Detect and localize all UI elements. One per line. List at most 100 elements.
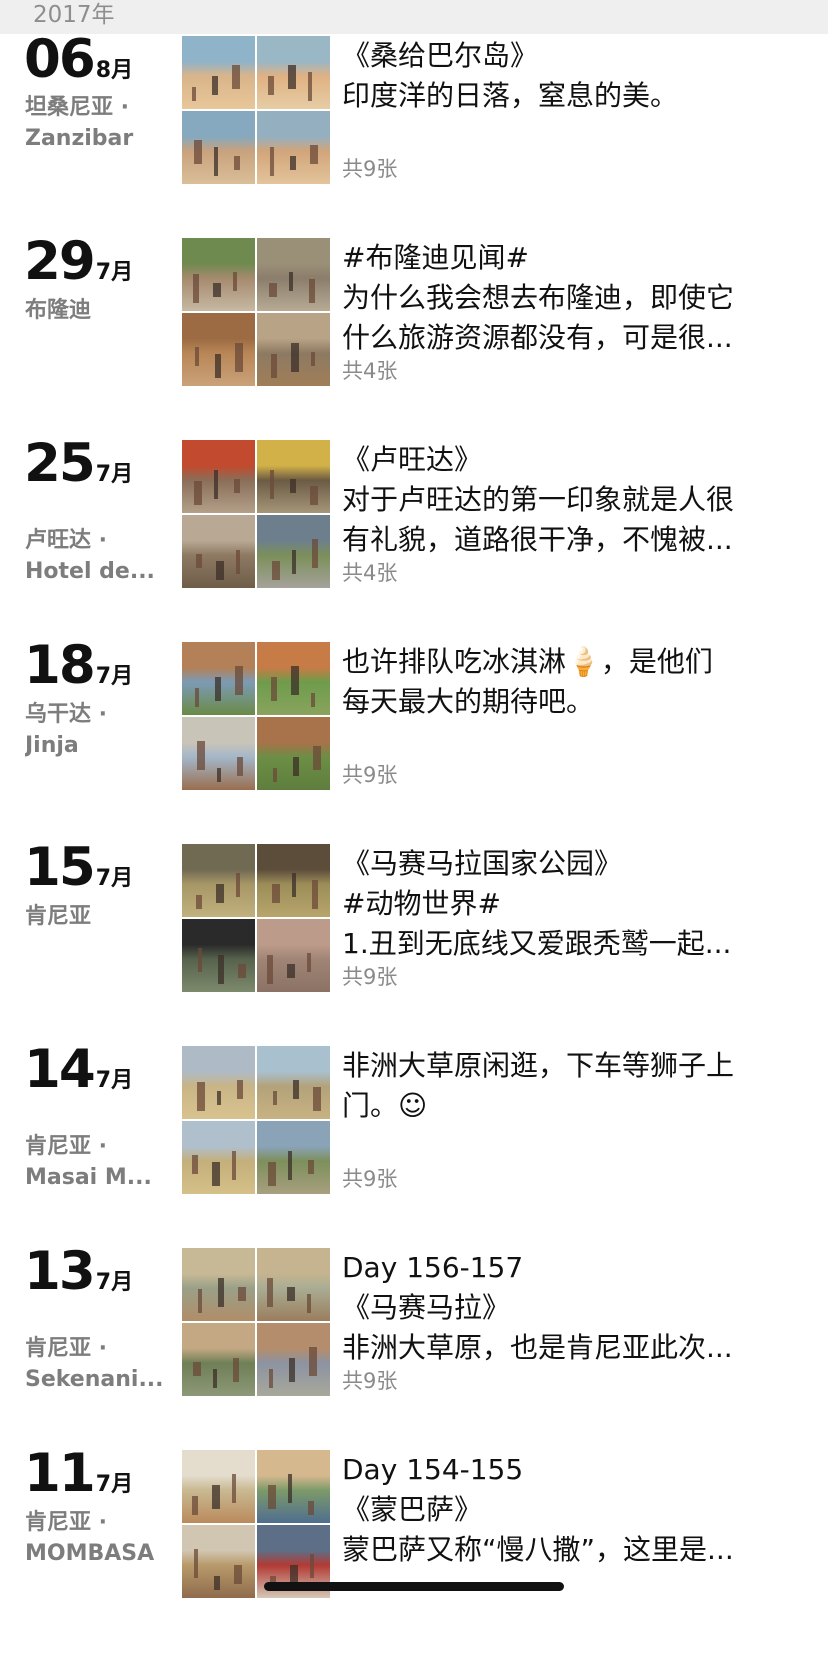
photo-thumbnail[interactable] [257,238,330,311]
photo-count: 共9张 [342,1369,398,1393]
home-indicator[interactable] [264,1582,564,1591]
photo-thumbnail[interactable] [182,717,255,790]
photo-subject [270,470,274,499]
photo-grid[interactable] [182,642,332,792]
caption-line: 为什么我会想去布隆迪，即使它 [342,281,735,314]
photo-thumbnail[interactable] [182,1450,255,1523]
feed-entry[interactable]: 257月卢旺达 · Hotel de... 《卢旺达》 对于卢旺达的第一印象就是人很有… [0,434,828,646]
photo-thumbnail[interactable] [182,238,255,311]
caption-line: 每天最大的期待吧。 [342,685,595,718]
photo-subject [198,948,202,972]
photo-thumbnail[interactable] [257,1323,330,1396]
photo-subject [233,272,237,291]
photo-subject [212,76,218,95]
photo-thumbnail[interactable] [182,1323,255,1396]
photo-thumbnail[interactable] [182,919,255,992]
photo-thumbnail[interactable] [257,440,330,513]
caption-line: Day 154-155 [342,1453,524,1486]
caption-line: 1.丑到无底线又爱跟秃鹫一起... [342,927,732,960]
feed-entry[interactable]: 297月 布隆迪 #布隆迪见闻# 为什么我会想去布隆迪，即使它 什么旅游资源都没有，可是… [0,232,828,444]
photo-subject [270,147,274,176]
photo-subject [235,343,243,372]
location-line: Hotel de... [25,559,155,584]
entry-caption[interactable]: 也许排队吃冰淇淋🍦，是他们 每天最大的期待吧。 [342,642,802,722]
photo-thumbnail[interactable] [182,1046,255,1119]
entry-caption[interactable]: 《马赛马拉国家公园》 #动物世界# 1.丑到无底线又爱跟秃鹫一起... [342,844,802,964]
photo-thumbnail[interactable] [182,36,255,109]
photo-grid[interactable] [182,440,332,590]
photo-thumbnail[interactable] [257,717,330,790]
caption-line: 《马赛马拉》 [342,1291,511,1324]
entry-date: 117月 [24,1444,133,1504]
entry-date: 257月 [24,434,133,494]
photo-grid[interactable] [182,1046,332,1196]
entry-caption[interactable]: 《卢旺达》 对于卢旺达的第一印象就是人很 有礼貌，道路很干净，不愧被... [342,440,802,560]
entry-month: 7月 [95,260,134,285]
entry-location: 肯尼亚 · Sekenani... [25,1333,165,1395]
entry-caption[interactable]: Day 156-157 《马赛马拉》 非洲大草原，也是肯尼亚此次... [342,1248,802,1368]
caption-line: 有礼貌，道路很干净，不愧被... [342,523,733,556]
photo-subject [287,1287,295,1301]
photo-subject [194,140,202,164]
photo-subject [309,279,315,303]
entry-caption[interactable]: 非洲大草原闲逛，下车等狮子上 门。☺ [342,1046,802,1126]
feed-entry[interactable]: 117月 肯尼亚 · MOMBASA Day 154-155 《蒙巴萨》 蒙巴萨又称“慢八… [0,1444,828,1656]
photo-thumbnail[interactable] [182,1121,255,1194]
photo-thumbnail[interactable] [257,1121,330,1194]
photo-subject [194,481,202,505]
photo-thumbnail[interactable] [182,642,255,715]
photo-subject [272,561,280,580]
entry-caption[interactable]: 《桑给巴尔岛》 印度洋的日落，窒息的美。 [342,36,802,116]
photo-thumbnail[interactable] [182,515,255,588]
photo-subject [310,1554,314,1578]
feed-entry[interactable]: 147月 肯尼亚 · Masai M... 非洲大草原闲逛，下车等狮子上 门。☺ 共9张 [0,1040,828,1252]
photo-thumbnail[interactable] [257,111,330,184]
photo-thumbnail[interactable] [182,844,255,917]
entry-caption[interactable]: #布隆迪见闻# 为什么我会想去布隆迪，即使它 什么旅游资源都没有，可是很... [342,238,802,358]
photo-thumbnail[interactable] [257,36,330,109]
photo-grid[interactable] [182,238,332,388]
photo-thumbnail[interactable] [182,111,255,184]
feed-entry[interactable]: 137月 肯尼亚 · Sekenani... Day 156-157 《马赛马拉》 非洲大… [0,1242,828,1454]
photo-grid[interactable] [182,844,332,994]
location-line: 卢旺达 · [25,528,108,553]
entry-location: 卢旺达 · Hotel de... [25,525,165,587]
photo-subject [312,880,318,909]
photo-thumbnail[interactable] [257,1046,330,1119]
caption-line: 对于卢旺达的第一印象就是人很 [342,483,735,516]
feed-entry[interactable]: 068月 坦桑尼亚 · Zanzibar 《桑给巴尔岛》 印度洋的日落，窒息的美。 共9张 [0,30,828,242]
photo-grid[interactable] [182,1248,332,1398]
feed-entry[interactable]: 157月 肯尼亚 《马赛马拉国家公园》 #动物世界# 1.丑到无底线又爱跟秃鹫一起...… [0,838,828,1050]
photo-thumbnail[interactable] [257,1450,330,1523]
photo-thumbnail[interactable] [257,313,330,386]
photo-thumbnail[interactable] [257,642,330,715]
photo-thumbnail[interactable] [182,313,255,386]
photo-thumbnail[interactable] [257,515,330,588]
entry-caption[interactable]: Day 154-155 《蒙巴萨》 蒙巴萨又称“慢八撒”，这里是... [342,1450,802,1570]
photo-subject [213,1369,217,1388]
photo-grid[interactable] [182,1450,332,1600]
photo-subject [238,1287,246,1301]
photo-thumbnail[interactable] [182,1525,255,1598]
entry-location: 肯尼亚 · MOMBASA [25,1507,165,1569]
photo-subject [311,352,315,366]
photo-subject [307,1294,311,1313]
photo-subject [313,1087,321,1111]
location-line: 肯尼亚 · [25,1336,108,1361]
photo-thumbnail[interactable] [182,1248,255,1321]
photo-thumbnail[interactable] [182,440,255,513]
photo-subject [291,666,299,695]
photo-thumbnail[interactable] [257,919,330,992]
photo-subject [215,354,221,378]
photo-subject [197,741,205,770]
photo-subject [287,964,295,978]
photo-thumbnail[interactable] [257,844,330,917]
photo-subject [214,470,218,499]
photo-subject [312,539,318,568]
caption-line: 《蒙巴萨》 [342,1493,483,1526]
entry-location: 乌干达 · Jinja [25,699,165,761]
location-line: Masai M... [25,1165,152,1190]
feed-entry[interactable]: 187月 乌干达 · Jinja 也许排队吃冰淇淋🍦，是他们 每天最大的期待吧。 共9张 [0,636,828,848]
photo-grid[interactable] [182,36,332,186]
photo-thumbnail[interactable] [257,1248,330,1321]
